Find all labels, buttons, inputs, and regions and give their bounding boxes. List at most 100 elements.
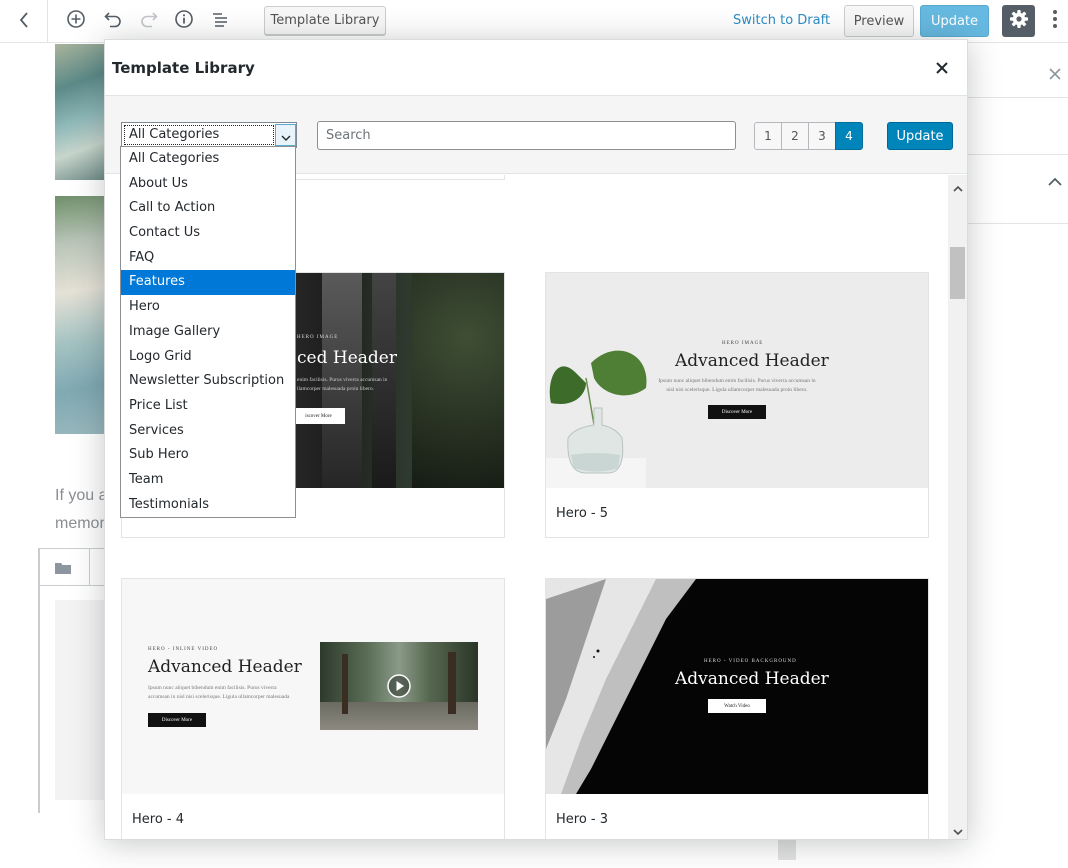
editor-scrollbar[interactable] (778, 840, 796, 860)
thumbnail-body: Ipsum nunc aliquet bibendum enim facilis… (658, 378, 816, 393)
category-option[interactable]: Hero (121, 295, 295, 320)
redo-icon (139, 9, 159, 33)
thumbnail-button: iscover More (292, 408, 345, 424)
video-thumbnail (320, 642, 478, 730)
category-select[interactable]: All Categories (121, 122, 297, 148)
category-select-arrow[interactable] (275, 124, 296, 146)
template-grid-scrollbar[interactable] (948, 175, 967, 839)
sidebar-panel-toggle[interactable] (1045, 170, 1065, 190)
category-option[interactable]: Image Gallery (121, 320, 295, 345)
block-toolbar (40, 549, 106, 586)
page-button-3[interactable]: 3 (808, 122, 836, 150)
category-option[interactable]: Price List (121, 394, 295, 419)
thumbnail-button: Discover More (708, 405, 766, 419)
chevron-left-icon (19, 11, 29, 32)
template-library-button[interactable]: Template Library (264, 6, 386, 35)
template-card[interactable]: HERO - INLINE VIDEO Advanced Header Ipsu… (121, 578, 505, 839)
sidebar-divider (968, 154, 1068, 155)
template-card[interactable]: HERO IMAGE Advanced Header Ipsum nunc al… (545, 272, 929, 538)
template-thumbnail: HERO - INLINE VIDEO Advanced Header Ipsu… (122, 579, 504, 794)
template-name: Hero - 5 (556, 506, 609, 521)
category-option[interactable]: Contact Us (121, 221, 295, 246)
thumbnail-body: Ipsum nunc aliquet bibendum enim facilis… (148, 685, 290, 700)
play-icon[interactable] (387, 674, 411, 702)
template-name: Hero - 3 (556, 812, 609, 827)
plant-vase-illustration (549, 350, 647, 474)
update-button[interactable]: Update (920, 5, 989, 37)
category-option[interactable]: Services (121, 419, 295, 444)
preview-button[interactable]: Preview (844, 5, 914, 37)
category-option[interactable]: Team (121, 468, 295, 493)
page-button-2[interactable]: 2 (781, 122, 809, 150)
undo-button[interactable] (102, 10, 124, 32)
thumbnail-kicker: HERO - VIDEO BACKGROUND (704, 659, 797, 664)
editor-block-placeholder (55, 600, 105, 800)
gear-icon (1009, 9, 1029, 33)
modal-close-button[interactable] (930, 56, 954, 80)
switch-to-draft-link[interactable]: Switch to Draft (733, 13, 830, 28)
template-thumbnail: HERO IMAGE Advanced Header Ipsum nunc al… (546, 273, 928, 488)
template-thumbnail: HERO - VIDEO BACKGROUND Advanced Header … (546, 579, 928, 794)
vertical-ellipsis-icon (1052, 9, 1058, 33)
thumbnail-kicker: HERO - INLINE VIDEO (148, 647, 219, 652)
block-navigation-button[interactable] (209, 10, 231, 32)
category-dropdown-list: All Categories About Us Call to Action C… (120, 146, 296, 518)
category-option[interactable]: Call to Action (121, 196, 295, 221)
thumbnail-button: Discover More (148, 713, 206, 727)
pagination: 1 2 3 4 (754, 122, 863, 150)
page-button-4[interactable]: 4 (835, 122, 863, 150)
close-icon (1049, 64, 1061, 85)
thumbnail-kicker: HERO IMAGE (297, 335, 339, 340)
chevron-down-icon (281, 126, 291, 145)
category-select-value: All Categories (124, 125, 274, 145)
chevron-up-icon (952, 177, 963, 196)
content-info-button[interactable] (173, 10, 195, 32)
editor-paragraph-line: If you a (55, 487, 108, 504)
sidebar-divider (968, 97, 1068, 98)
redo-button[interactable] (138, 10, 160, 32)
search-input[interactable] (317, 121, 736, 150)
close-icon (936, 59, 948, 78)
editor-image-block (55, 196, 105, 434)
category-option[interactable]: FAQ (121, 246, 295, 271)
scroll-up-button[interactable] (948, 177, 967, 195)
category-option[interactable]: Logo Grid (121, 345, 295, 370)
add-block-button[interactable] (65, 10, 87, 32)
category-option[interactable]: About Us (121, 172, 295, 197)
thumbnail-body: enim facilisis. Purus viverra accumsan i… (297, 377, 388, 392)
editor-paragraph-line: memor (55, 515, 105, 532)
plus-circle-icon (66, 9, 86, 33)
page-button-1[interactable]: 1 (754, 122, 782, 150)
category-option-highlighted[interactable]: Features (121, 270, 295, 296)
editor-image-block (55, 44, 105, 180)
chevron-up-icon (1048, 171, 1062, 190)
thumbnail-kicker: HERO IMAGE (722, 341, 764, 346)
sidebar-divider (968, 223, 1068, 224)
category-option[interactable]: All Categories (121, 147, 295, 172)
filter-update-button[interactable]: Update (887, 122, 953, 150)
scrollbar-thumb[interactable] (950, 247, 965, 299)
thumbnail-heading: Advanced Header (148, 657, 302, 677)
undo-icon (103, 9, 123, 33)
category-option[interactable]: Sub Hero (121, 443, 295, 468)
template-card[interactable]: HERO - VIDEO BACKGROUND Advanced Header … (545, 578, 929, 839)
more-tools-button[interactable] (1046, 10, 1064, 32)
settings-button[interactable] (1002, 5, 1035, 37)
scroll-down-button[interactable] (948, 820, 967, 838)
category-option[interactable]: Newsletter Subscription (121, 369, 295, 394)
template-name: Hero - 4 (132, 812, 185, 827)
info-icon (174, 9, 194, 33)
back-button[interactable] (0, 0, 48, 43)
modal-header: Template Library (105, 40, 967, 96)
modal-title: Template Library (112, 59, 255, 77)
thumbnail-heading: Advanced Header (675, 351, 829, 371)
chevron-down-icon (952, 820, 963, 839)
list-icon (210, 9, 230, 33)
category-option[interactable]: Testimonials (121, 493, 295, 518)
thumbnail-heading: Advanced Header (675, 669, 829, 689)
folder-icon (54, 560, 72, 579)
thumbnail-button: Watch Video (708, 699, 766, 713)
sidebar-close-button[interactable] (1046, 63, 1064, 85)
thumbnail-heading: ced Header (297, 348, 397, 368)
editor-toolbar: Template Library Switch to Draft Preview… (0, 0, 1068, 43)
